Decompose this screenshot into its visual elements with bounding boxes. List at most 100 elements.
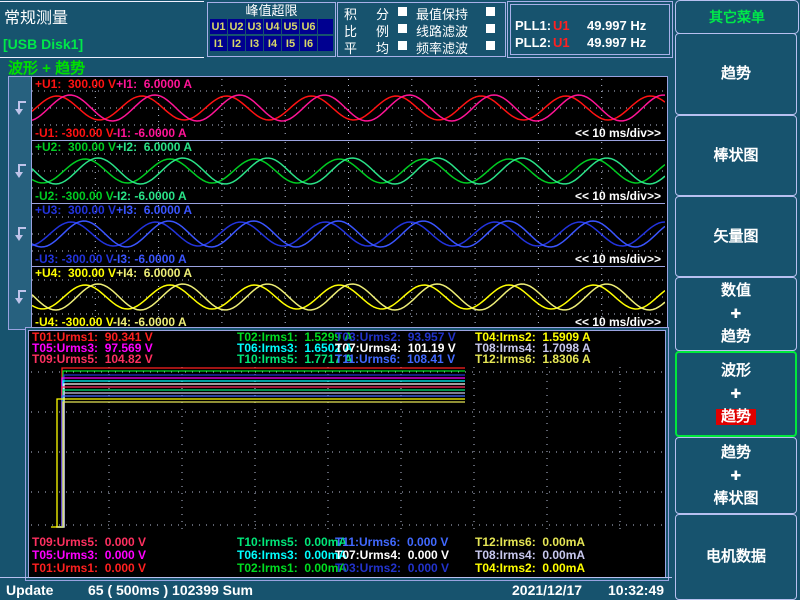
voltage-scale-label: -U3: -300.00 V [35,252,113,266]
peak-grid: U1U2U3U4U5U6I1I2I3I4I5I6 [208,19,335,51]
time-per-div-label: << 10 ms/div>> [575,315,661,329]
trend-current-values: T01:Urms1: 90.341 VT02:Irms1: 1.5299 AT0… [32,332,662,365]
current-scale-label: +I4: 6.0000 A [116,266,192,280]
time-per-div-label: << 10 ms/div>> [575,126,661,140]
sidebar-item-label: 电机数据 [706,549,766,565]
trend-value: T10:Irms5: 1.7717 A [237,354,335,365]
trend-panel: T01:Urms1: 90.341 VT02:Irms1: 1.5299 AT0… [28,330,666,578]
trigger-arrow-icon [12,225,28,248]
peak-cell-U3: U3 [246,19,263,34]
trend-plot [31,365,663,533]
waveform-panel: +U1: 300.00 V+I1: 6.0000 A -U1: -300.00 V… [8,76,668,330]
peak-cell-I5: I5 [282,36,299,51]
status-time: 10:32:49 [608,582,664,598]
sidebar-item-label: 棒状图 [713,148,758,164]
peak-cell-U4: U4 [264,19,281,34]
header-mode-box: 常规测量 [USB Disk1] [0,1,204,58]
peak-cell-U6: U6 [300,19,317,34]
waveform-scale-bottom: -U1: -300.00 V-I1: -6.0000 A [35,126,187,140]
sidebar-item-label: 矢量图 [713,229,758,245]
voltage-scale-label: -U4: -300.00 V [35,315,113,329]
usb-disk-label: [USB Disk1] [3,36,83,52]
sidebar-item-label: 趋势 [721,329,751,345]
pll-frequency: 49.997 Hz [587,35,646,50]
sidebar-item-1[interactable]: 棒状图 [675,115,797,196]
time-per-div-label: << 10 ms/div>> [575,189,661,203]
power-analyzer-screen: 常规测量 [USB Disk1] 峰值超限 U1U2U3U4U5U6I1I2I3… [0,0,800,600]
trend-cursor-value: T02:Irms1: 0.00mA [237,562,335,575]
toggle-row: 积分最值保持 [338,3,505,20]
pll-row: PLL2:U149.997 Hz [515,35,667,52]
sidebar-item-2[interactable]: 矢量图 [675,196,797,277]
waveform-scale-bottom: -U2: -300.00 V-I2: -6.0000 A [35,189,187,203]
peak-cell-U5: U5 [282,19,299,34]
peak-grid-row: I1I2I3I4I5I6 [210,36,333,51]
plus-icon: ✚ [731,386,742,402]
sidebar-item-label: 波形 [721,363,751,379]
current-scale-label: -I4: -6.0000 A [113,315,187,329]
voltage-scale-label: +U2: 300.00 V [35,140,116,154]
current-scale-label: +I2: 6.0000 A [116,140,192,154]
peak-cell-I4: I4 [264,36,281,51]
peak-cell-I3: I3 [246,36,263,51]
toggle-label-part2: 均 [376,38,389,57]
status-update-label: Update [6,582,53,598]
waveform-scale-top: +U2: 300.00 V+I2: 6.0000 A [35,140,192,154]
trend-cursor-values: T09:Urms5: 0.000 VT10:Irms5: 0.00mAT11:U… [32,536,662,575]
plus-icon: ✚ [731,468,742,484]
sidebar-menu: 其它菜单 趋势棒状图矢量图数值✚趋势波形✚趋势趋势✚棒状图电机数据 [674,0,800,600]
sidebar-item-0[interactable]: 趋势 [675,33,797,115]
voltage-scale-label: +U1: 300.00 V [35,77,116,91]
sidebar-item-3[interactable]: 数值✚趋势 [675,277,797,351]
waveform-channel-3: +U3: 300.00 V+I3: 6.0000 A-U3: -300.00 V… [32,203,665,267]
voltage-scale-label: +U3: 300.00 V [35,203,116,217]
sidebar-item-label: 趋势 [716,409,756,425]
trend-cursor-value: T04:Irms2: 0.00mA [475,562,662,575]
peak-cell-I1: I1 [210,36,227,51]
toggle-checkbox[interactable] [398,41,407,50]
toggle-checkbox[interactable] [486,41,495,50]
sidebar-item-label: 数值 [721,283,751,299]
toggle-label2: 频率滤波 [416,38,468,57]
sidebar-item-6[interactable]: 电机数据 [675,514,797,600]
pll-frequency: 49.997 Hz [587,18,646,33]
voltage-scale-label: +U4: 300.00 V [35,266,116,280]
status-counter: 65 ( 500ms ) 102399 Sum [88,582,253,598]
status-date: 2021/12/17 [512,582,582,598]
waveform-channel-2: +U2: 300.00 V+I2: 6.0000 A -U2: -300.00 V… [32,140,665,204]
trend-value: T12:Irms6: 1.8306 A [475,354,662,365]
toggle-row: 平均频率滤波 [338,37,505,54]
toggle-checkbox[interactable] [398,24,407,33]
sidebar-item-5[interactable]: 趋势✚棒状图 [675,437,797,514]
pll-box: PLL1:U149.997 HzPLL2:U149.997 Hz [507,1,673,58]
time-per-div-label: << 10 ms/div>> [575,252,661,266]
peak-cell-I2: I2 [228,36,245,51]
pll-name: PLL1: [515,18,551,33]
peak-cell-blank [318,36,333,51]
current-scale-label: -I2: -6.0000 A [113,189,187,203]
trigger-arrow-icon [12,162,28,185]
toggle-checkbox[interactable] [486,24,495,33]
toggle-checkbox[interactable] [486,7,495,16]
pll-rows: PLL1:U149.997 HzPLL2:U149.997 Hz [515,18,667,52]
toggle-checkbox[interactable] [398,7,407,16]
sidebar-item-label: 趋势 [721,66,751,82]
pll-source: U1 [553,18,570,33]
current-scale-label: -I3: -6.0000 A [113,252,187,266]
current-scale-label: -I1: -6.0000 A [113,126,187,140]
waveform-scale-top: +U4: 300.00 V+I4: 6.0000 A [35,266,192,280]
peak-over-limit-box: 峰值超限 U1U2U3U4U5U6I1I2I3I4I5I6 [207,2,336,57]
voltage-scale-label: -U1: -300.00 V [35,126,113,140]
measure-toggles-box: 积分最值保持比例线路滤波平均频率滤波 [337,2,506,57]
pll-row: PLL1:U1 49.997 Hz [515,18,667,35]
sidebar-item-4-selected[interactable]: 波形 ✚ 趋势 [675,351,797,437]
peak-cell-U1: U1 [210,19,227,34]
waveform-scale-top: +U1: 300.00 V+I1: 6.0000 A [35,77,192,91]
waveform-scale-bottom: -U3: -300.00 V-I3: -6.0000 A [35,252,187,266]
waveform-channel-4: +U4: 300.00 V+I4: 6.0000 A -U4: -300.00 V… [32,266,665,329]
peak-cell-blank [318,19,333,34]
sidebar-item-label: 棒状图 [713,491,758,507]
peak-over-limit-title: 峰值超限 [208,3,335,19]
trend-cursor-value: T03:Urms2: 0.000 V [335,562,475,575]
pll-name: PLL2: [515,35,551,50]
